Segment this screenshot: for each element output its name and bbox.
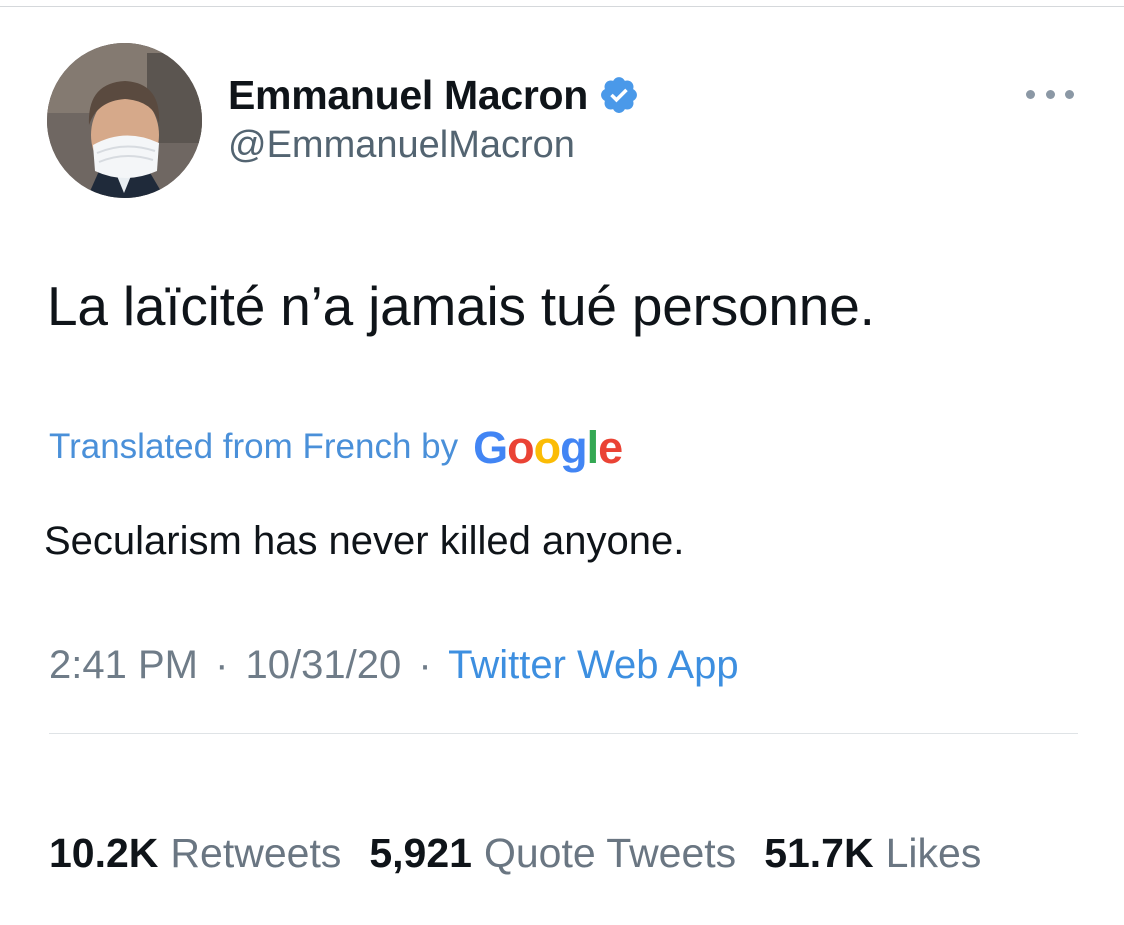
translation-attribution[interactable]: Translated from French by Google — [49, 420, 623, 474]
quote-tweets-stat[interactable]: 5,921 Quote Tweets — [369, 830, 736, 877]
retweets-stat[interactable]: 10.2K Retweets — [49, 830, 341, 877]
tweet-source-link[interactable]: Twitter Web App — [448, 643, 739, 687]
translated-tweet-text: Secularism has never killed anyone. — [44, 519, 685, 563]
meta-separator: · — [418, 643, 432, 687]
retweets-label: Retweets — [170, 830, 342, 876]
likes-label: Likes — [885, 830, 982, 876]
avatar-image — [47, 43, 202, 198]
google-logo: Google — [473, 421, 623, 473]
verified-badge-icon — [598, 74, 640, 116]
divider — [49, 733, 1078, 734]
meta-separator: · — [215, 643, 229, 687]
tweet-date[interactable]: 10/31/20 — [246, 643, 402, 687]
top-divider — [0, 6, 1124, 7]
more-dot — [1045, 89, 1055, 99]
google-logo-letter: o — [533, 421, 561, 473]
more-dot — [1065, 89, 1074, 99]
tweet-time[interactable]: 2:41 PM — [49, 643, 198, 687]
likes-count: 51.7K — [764, 830, 874, 876]
tweet-metadata: 2:41 PM · 10/31/20 · Twitter Web App — [49, 643, 739, 688]
engagement-stats: 10.2K Retweets 5,921 Quote Tweets 51.7K Lik… — [49, 830, 981, 877]
google-logo-letter: l — [586, 421, 599, 473]
quote-tweets-count: 5,921 — [369, 830, 472, 876]
translated-from-label[interactable]: Translated from French by — [49, 427, 458, 467]
google-logo-letter: G — [473, 421, 508, 473]
more-dot — [1026, 89, 1035, 99]
more-options-icon[interactable] — [1026, 80, 1074, 108]
avatar[interactable] — [47, 43, 202, 198]
author-handle[interactable]: @EmmanuelMacron — [228, 124, 575, 167]
quote-tweets-label: Quote Tweets — [483, 830, 737, 876]
likes-stat[interactable]: 51.7K Likes — [764, 830, 981, 877]
retweets-count: 10.2K — [49, 830, 159, 876]
author-name-row[interactable]: Emmanuel Macron — [228, 70, 640, 120]
author-display-name[interactable]: Emmanuel Macron — [228, 72, 588, 119]
google-logo-letter: o — [507, 421, 534, 473]
google-logo-letter: e — [598, 421, 623, 473]
tweet-text: La laïcité n’a jamais tué personne. — [47, 275, 875, 337]
google-logo-letter: g — [560, 421, 587, 473]
